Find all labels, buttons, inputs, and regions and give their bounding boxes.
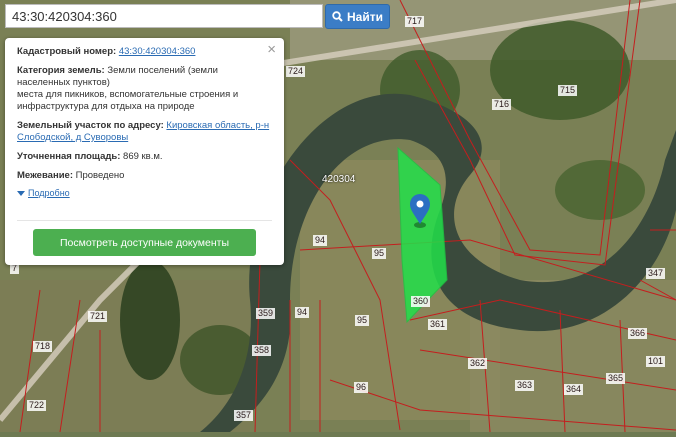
- parcel-label: 722: [27, 400, 47, 411]
- survey-label: Межевание:: [17, 170, 73, 181]
- parcel-label: 364: [564, 384, 584, 395]
- category-row: Категория земель: Земли поселений (земли…: [17, 65, 272, 113]
- search-box[interactable]: [5, 4, 323, 28]
- search-button-label: Найти: [347, 9, 383, 24]
- parcel-label: 95: [372, 248, 387, 259]
- close-icon[interactable]: ×: [267, 41, 276, 58]
- parcel-label: 717: [405, 16, 425, 27]
- parcel-label: 347: [646, 268, 666, 279]
- parcel-label: 366: [628, 328, 648, 339]
- parcel-label: 365: [606, 373, 626, 384]
- parcel-label: 718: [33, 341, 53, 352]
- area-label: Уточненная площадь:: [17, 151, 121, 162]
- parcel-label: 94: [313, 235, 328, 246]
- search-input[interactable]: [6, 5, 322, 27]
- parcel-label: 357: [234, 410, 254, 421]
- parcel-label: 721: [88, 311, 108, 322]
- parcel-info-popup: × Кадастровый номер: 43:30:420304:360 Ка…: [5, 38, 284, 265]
- block-label: 420304: [322, 174, 356, 185]
- parcel-label: 716: [492, 99, 512, 110]
- parcel-label: 358: [252, 345, 272, 356]
- parcel-label: 715: [558, 85, 578, 96]
- address-row: Земельный участок по адресу: Кировская о…: [17, 120, 272, 144]
- search-icon: [332, 11, 343, 22]
- parcel-label: 359: [256, 308, 276, 319]
- survey-value: Проведено: [75, 170, 125, 181]
- purpose-text: места для пикников, вспомогательные стро…: [17, 89, 239, 112]
- parcel-label: 363: [515, 380, 535, 391]
- more-details-link[interactable]: Подробно: [28, 188, 70, 198]
- parcel-label: 360: [411, 296, 431, 307]
- address-label: Земельный участок по адресу:: [17, 120, 164, 131]
- parcel-label: 362: [468, 358, 488, 369]
- parcel-label: 94: [295, 307, 310, 318]
- parcel-label: 361: [428, 319, 448, 330]
- parcel-label: 96: [354, 382, 369, 393]
- survey-row: Межевание: Проведено: [17, 170, 272, 182]
- parcel-label: 101: [646, 356, 666, 367]
- triangle-down-icon: [17, 190, 25, 196]
- view-documents-button[interactable]: Посмотреть доступные документы: [33, 229, 256, 256]
- cadastral-label: Кадастровый номер:: [17, 46, 117, 57]
- cadastral-link[interactable]: 43:30:420304:360: [119, 46, 196, 57]
- parcel-label: 724: [286, 66, 306, 77]
- search-button[interactable]: Найти: [325, 4, 390, 29]
- area-row: Уточненная площадь: 869 кв.м.: [17, 151, 272, 163]
- parcel-label: 95: [355, 315, 370, 326]
- more-details-toggle[interactable]: Подробно: [17, 188, 272, 198]
- cadastral-row: Кадастровый номер: 43:30:420304:360: [17, 46, 272, 58]
- category-label: Категория земель:: [17, 65, 105, 76]
- divider: [17, 220, 272, 221]
- area-value: 869 кв.м.: [123, 151, 163, 162]
